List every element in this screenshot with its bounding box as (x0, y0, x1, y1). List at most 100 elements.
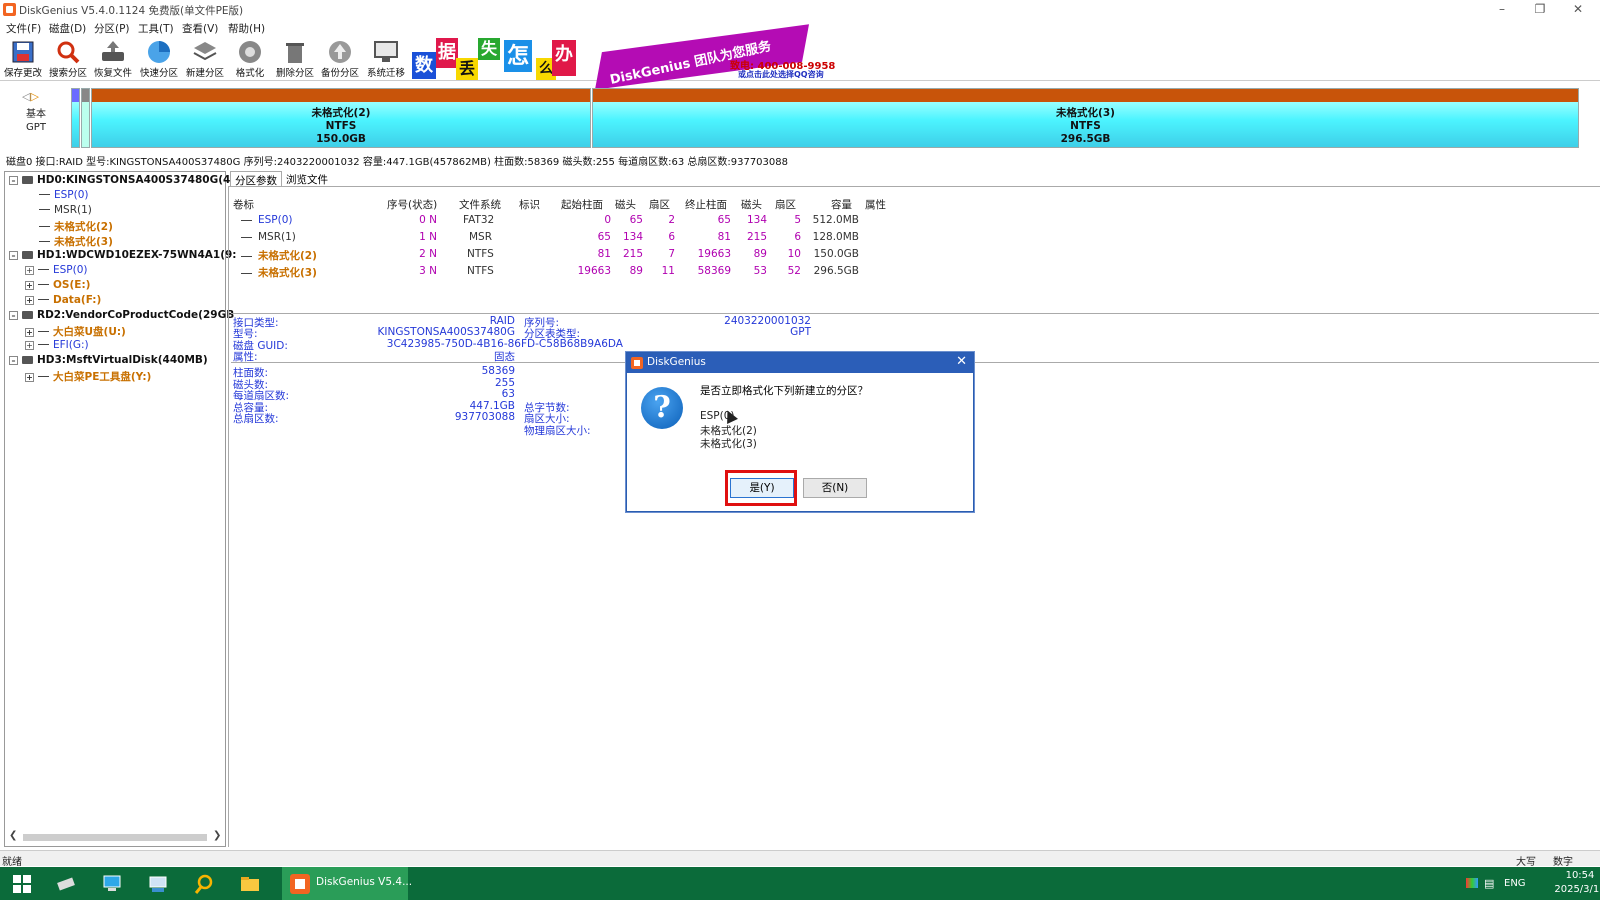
tab-browse-files[interactable]: 浏览文件 (282, 171, 332, 187)
disk-type-label: 基本 GPT (26, 109, 46, 133)
menu-partition[interactable]: 分区(P) (94, 21, 130, 36)
dialog-message: 是否立即格式化下列新建立的分区？ (700, 385, 868, 397)
clock-time[interactable]: 10:54 (1550, 870, 1600, 881)
tree-item-pe-y[interactable]: + 大白菜PE工具盘(Y:) (25, 369, 151, 384)
no-button[interactable]: 否(N) (803, 478, 867, 498)
partition-3-block[interactable]: 未格式化(3) NTFS 296.5GB (592, 88, 1579, 148)
tree-disk-hd1[interactable]: – HD1:WDCWD10EZEX-75WN4A1(9: (9, 249, 237, 264)
col-end-sector: 扇区 (775, 199, 796, 211)
num-indicator: 数字 (1553, 857, 1573, 868)
dialog-item-unformatted3: 未格式化(3) (700, 438, 757, 450)
partition-icon (38, 298, 49, 302)
tree-disk-hd0[interactable]: – HD0:KINGSTONSA400S37480G(44 (9, 174, 238, 189)
menu-help[interactable]: 帮助(H) (228, 21, 265, 36)
partition-icon (38, 375, 49, 379)
app-icon (631, 357, 643, 369)
windows-icon (13, 875, 31, 893)
question-icon: ? (641, 387, 683, 429)
restore-button[interactable]: ❐ (1522, 0, 1558, 20)
disk-map: ◁▷ 基本 GPT 未格式化(2) NTFS 150.0GB 未格式化(3) NT… (0, 84, 1600, 150)
taskbar-computer-app[interactable] (90, 867, 134, 900)
minimize-button[interactable]: – (1484, 0, 1520, 20)
disk-nav: ◁▷ (22, 90, 39, 103)
search-partition-button[interactable]: 搜索分区 (46, 38, 90, 80)
tree-disk-rd2[interactable]: – RD2:VendorCoProductCode(29GB (9, 309, 234, 324)
scroll-thumb[interactable] (23, 834, 207, 841)
tree-disk-hd3[interactable]: – HD3:MsftVirtualDisk(440MB) (9, 354, 208, 369)
folder-icon (241, 877, 259, 891)
tree-item-hd1-esp[interactable]: + ESP(0) (25, 264, 88, 279)
col-end-head: 磁头 (741, 199, 762, 211)
menu-view[interactable]: 查看(V) (182, 21, 218, 36)
clock-date[interactable]: 2025/3/11 (1542, 884, 1600, 895)
ad-char-1: 数 (412, 52, 436, 79)
detail-model-value: KINGSTONSA400S37480G (377, 326, 515, 338)
col-start-sector: 扇区 (649, 199, 670, 211)
menu-disk[interactable]: 磁盘(D) (49, 21, 86, 36)
detail-cyl-value: 58369 (481, 365, 515, 377)
start-button[interactable] (0, 867, 44, 900)
ad-qq-link[interactable]: 或点击此处选择QQ咨询 (738, 69, 824, 80)
format-button[interactable]: 格式化 (228, 38, 272, 80)
taskbar-network-app[interactable] (136, 867, 180, 900)
diskgenius-window: DiskGenius V5.4.0.1124 免费版(单文件PE版) – ❐ ✕… (0, 0, 1600, 900)
col-capacity: 容量 (831, 199, 852, 211)
language-indicator[interactable]: ENG (1504, 878, 1526, 889)
menu-file[interactable]: 文件(F) (6, 21, 41, 36)
yes-button[interactable]: 是(Y) (730, 478, 794, 498)
taskbar: DiskGenius V5.4... ▤ ENG 10:54 2025/3/11 (0, 867, 1600, 900)
backup-icon (329, 41, 351, 63)
new-partition-button[interactable]: 新建分区 (183, 38, 227, 80)
window-title: DiskGenius V5.4.0.1124 免费版(单文件PE版) (19, 5, 244, 17)
quick-partition-button[interactable]: 快速分区 (137, 38, 181, 80)
delete-partition-button[interactable]: 删除分区 (273, 38, 317, 80)
col-id: 标识 (519, 199, 540, 211)
col-fs: 文件系统 (459, 199, 501, 211)
chip-icon (57, 877, 75, 891)
tree-item-msr1[interactable]: MSR(1) (39, 204, 92, 219)
close-button[interactable]: ✕ (1560, 0, 1596, 20)
partition-panel: 卷标 序号(状态) 文件系统 标识 起始柱面 磁头 扇区 终止柱面 磁头 扇区 … (228, 186, 1600, 847)
network-tray-icon[interactable]: ▤ (1484, 877, 1494, 890)
recover-files-button[interactable]: 恢复文件 (91, 38, 135, 80)
dialog-close-icon[interactable]: ✕ (956, 354, 967, 369)
next-disk-icon[interactable]: ▷ (30, 90, 38, 103)
taskbar-search-app[interactable] (182, 867, 226, 900)
save-changes-button[interactable]: 保存更改 (1, 38, 45, 80)
magnifier-icon (194, 874, 213, 894)
disk-icon (22, 176, 33, 184)
tree-item-os-e[interactable]: + OS(E:) (25, 279, 90, 294)
tree-item-unformatted2[interactable]: 未格式化(2) (39, 219, 113, 234)
tree-item-efi-g[interactable]: + EFI(G:) (25, 339, 89, 354)
partition-icon (38, 330, 49, 334)
ad-banner[interactable]: 数 据 丢 失 怎 么 办 DiskGenius 团队为您服务 致电: 400-… (412, 24, 835, 90)
scroll-right-icon[interactable]: ❯ (213, 830, 221, 841)
tree-horizontal-scrollbar[interactable]: ❮ ❯ (7, 830, 223, 844)
backup-partition-button[interactable]: 备份分区 (318, 38, 362, 80)
col-end-cyl: 终止柱面 (685, 199, 727, 211)
menu-tools[interactable]: 工具(T) (138, 21, 174, 36)
tree-item-usb-u[interactable]: + 大白菜U盘(U:) (25, 324, 126, 339)
partition-icon (39, 208, 50, 212)
partition-esp-block[interactable] (71, 88, 80, 148)
scroll-left-icon[interactable]: ❮ (9, 830, 17, 841)
col-seq: 序号(状态) (387, 199, 438, 211)
caps-indicator: 大写 (1516, 857, 1536, 868)
taskbar-diskgenius-app[interactable]: DiskGenius V5.4... (282, 867, 412, 900)
tree-item-esp0[interactable]: ESP(0) (39, 189, 89, 204)
partition-2-block[interactable]: 未格式化(2) NTFS 150.0GB (91, 88, 591, 148)
tree-item-data-f[interactable]: + Data(F:) (25, 294, 101, 309)
color-tray-icon[interactable] (1466, 878, 1478, 888)
ad-char-7: 办 (552, 40, 576, 76)
taskbar-chip-app[interactable] (44, 867, 88, 900)
partition-msr-block[interactable] (81, 88, 90, 148)
ad-char-3: 丢 (456, 58, 478, 80)
tree-item-unformatted3[interactable]: 未格式化(3) (39, 234, 113, 249)
col-label: 卷标 (233, 199, 254, 211)
system-migration-button[interactable]: 系统迁移 (364, 38, 408, 80)
network-icon (149, 876, 167, 892)
disk-icon (22, 311, 33, 319)
taskbar-explorer-app[interactable] (228, 867, 272, 900)
partition-icon (38, 343, 49, 347)
tab-partition-params[interactable]: 分区参数 (230, 171, 282, 187)
